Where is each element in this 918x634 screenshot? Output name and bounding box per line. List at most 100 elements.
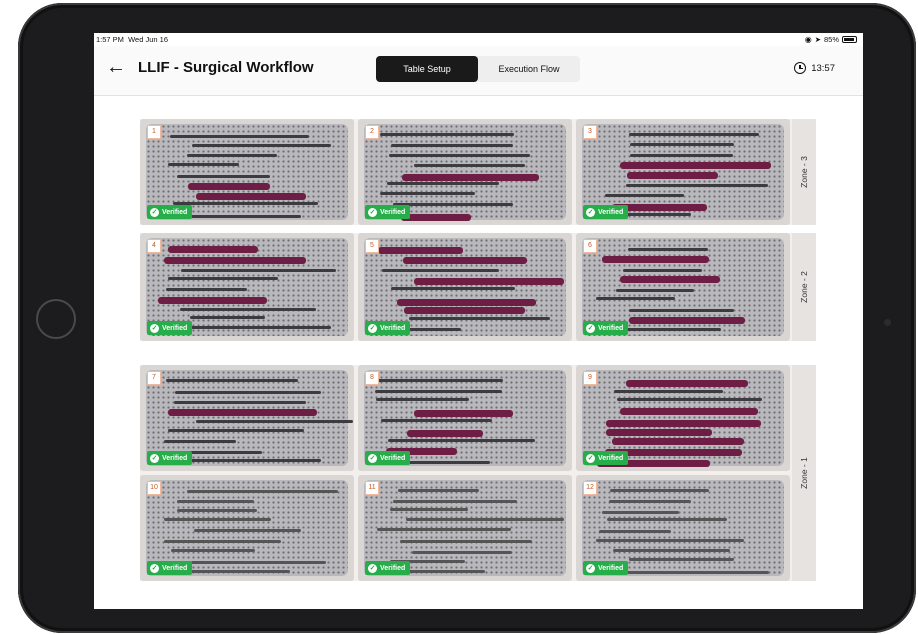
verified-badge: ✓ Verified [147,561,193,575]
verified-badge: ✓ Verified [365,451,411,465]
instrument [167,246,259,254]
verified-label: Verified [380,324,406,332]
instrument [167,277,278,281]
instrument [613,390,724,394]
zone-label: Zone - 2 [799,271,809,303]
tray-number: 11 [365,481,379,495]
instrument [613,549,731,553]
instrument [409,316,550,320]
instrument [375,398,470,402]
tray-card[interactable]: 11 ✓ Verified [358,475,572,581]
instrument [190,326,331,330]
zone-label: Zone - 3 [799,156,809,188]
tray-card[interactable]: 1 ✓ Verified [140,119,354,225]
instrument [186,489,338,493]
check-circle-icon: ✓ [586,563,595,573]
instrument [618,570,769,574]
tray-card[interactable]: 2 ✓ Verified [358,119,572,225]
instrument [195,193,306,201]
tray-number: 12 [583,481,597,495]
instrument [609,488,710,492]
instrument [375,379,504,383]
instrument [602,510,679,514]
tray-number: 4 [147,239,161,253]
home-button[interactable] [36,299,76,339]
verified-label: Verified [380,454,406,462]
instrument [602,256,709,264]
app-bar: ← LLIF - Surgical Workflow Table Setup E… [94,46,863,96]
tray-card[interactable]: 7 ✓ Verified [140,365,354,471]
tray-card[interactable]: 4 ✓ Verified [140,233,354,341]
instrument [374,390,502,394]
instrument [189,316,266,320]
instrument [604,194,684,198]
check-circle-icon: ✓ [368,323,377,333]
instrument [628,308,734,312]
instrument [595,297,675,301]
instrument [169,134,309,138]
instrument [606,518,728,522]
verified-badge: ✓ Verified [365,561,411,575]
instrument [389,508,468,512]
tray-card[interactable]: 12 ✓ Verified [576,475,790,581]
tray-card[interactable]: 10 ✓ Verified [140,475,354,581]
instrument [412,550,513,554]
camera-icon [884,319,891,326]
arrow-left-icon[interactable]: ← [106,56,126,79]
instrument [187,183,271,191]
instrument [392,203,513,206]
tray-card[interactable]: 8 ✓ Verified [358,365,572,471]
instrument [167,163,240,167]
verified-label: Verified [598,454,624,462]
timer-value: 13:57 [811,62,835,74]
clock-icon [794,62,807,74]
check-circle-icon: ✓ [586,453,595,463]
tab-table-setup[interactable]: Table Setup [376,56,478,82]
check-circle-icon: ✓ [368,453,377,463]
instrument [194,529,302,533]
timer: 13:57 [794,62,835,74]
instrument [413,278,564,286]
instrument [619,162,771,170]
instrument [625,183,768,187]
instrument [391,287,516,291]
check-circle-icon: ✓ [150,207,159,217]
status-time: 1:57 PM Wed Jun 16 [96,35,168,44]
instrument [616,398,763,402]
instrument [619,276,720,284]
verified-label: Verified [162,208,188,216]
zone-label: Zone - 1 [799,457,809,489]
instrument [167,409,317,417]
instrument [376,528,512,532]
verified-badge: ✓ Verified [583,205,629,219]
tray-number: 10 [147,481,161,495]
instrument [627,247,709,251]
instrument [163,256,306,264]
instrument [164,540,282,544]
table-setup-view: Zone - 3 1 ✓ Verified 2 ✓ Verified 3 ✓ Verified Zo… [94,97,863,609]
instrument [157,296,268,304]
instrument [393,499,518,503]
verified-label: Verified [380,208,406,216]
tray-number: 8 [365,371,379,385]
tray-number: 2 [365,125,379,139]
zone-panel: Zone - 3 1 ✓ Verified 2 ✓ Verified 3 ✓ Verified [140,119,816,225]
instrument [166,288,247,292]
instrument [190,560,327,564]
tab-execution-flow[interactable]: Execution Flow [478,56,580,82]
verified-badge: ✓ Verified [147,451,193,465]
instrument [413,164,526,168]
instrument [605,420,761,428]
tray-card[interactable]: 3 ✓ Verified [576,119,790,225]
zone-label-tab: Zone - 2 [792,233,816,341]
tray-card[interactable]: 6 ✓ Verified [576,233,790,341]
instrument [177,508,257,512]
view-toggle: Table Setup Execution Flow [376,56,580,82]
page-title: LLIF - Surgical Workflow [138,59,314,76]
tray-card[interactable]: 5 ✓ Verified [358,233,572,341]
tray-card[interactable]: 9 ✓ Verified [576,365,790,471]
check-circle-icon: ✓ [586,207,595,217]
instrument [380,192,475,196]
status-bar: 1:57 PM Wed Jun 16 ◉ ➤ 85% [94,33,863,46]
instrument [192,144,332,148]
